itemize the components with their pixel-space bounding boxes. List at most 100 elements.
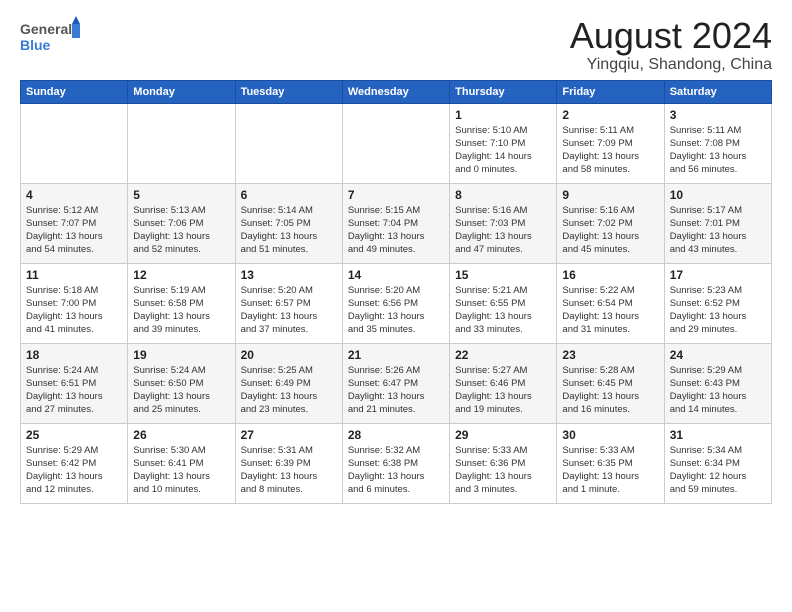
day-info: Daylight: 13 hours xyxy=(348,390,444,403)
col-tuesday: Tuesday xyxy=(235,80,342,103)
day-info: Sunset: 7:02 PM xyxy=(562,217,658,230)
day-info: Sunset: 6:41 PM xyxy=(133,457,229,470)
day-info: and 19 minutes. xyxy=(455,403,551,416)
day-number: 23 xyxy=(562,348,658,362)
day-info: Sunrise: 5:18 AM xyxy=(26,284,122,297)
day-info: Sunset: 6:43 PM xyxy=(670,377,766,390)
day-info: Daylight: 13 hours xyxy=(562,310,658,323)
day-info: Sunset: 6:52 PM xyxy=(670,297,766,310)
day-info: and 31 minutes. xyxy=(562,323,658,336)
day-number: 3 xyxy=(670,108,766,122)
day-info: and 27 minutes. xyxy=(26,403,122,416)
day-info: and 12 minutes. xyxy=(26,483,122,496)
table-row: 9Sunrise: 5:16 AMSunset: 7:02 PMDaylight… xyxy=(557,183,664,263)
day-info: and 45 minutes. xyxy=(562,243,658,256)
col-wednesday: Wednesday xyxy=(342,80,449,103)
day-info: Sunrise: 5:27 AM xyxy=(455,364,551,377)
day-number: 30 xyxy=(562,428,658,442)
day-info: Sunrise: 5:33 AM xyxy=(455,444,551,457)
day-info: Sunrise: 5:12 AM xyxy=(26,204,122,217)
table-row: 21Sunrise: 5:26 AMSunset: 6:47 PMDayligh… xyxy=(342,343,449,423)
day-info: Daylight: 13 hours xyxy=(133,470,229,483)
table-row: 14Sunrise: 5:20 AMSunset: 6:56 PMDayligh… xyxy=(342,263,449,343)
week-row-0: 1Sunrise: 5:10 AMSunset: 7:10 PMDaylight… xyxy=(21,103,772,183)
day-number: 2 xyxy=(562,108,658,122)
day-number: 21 xyxy=(348,348,444,362)
day-number: 8 xyxy=(455,188,551,202)
day-info: Sunset: 6:38 PM xyxy=(348,457,444,470)
day-info: Sunset: 6:39 PM xyxy=(241,457,337,470)
day-info: and 47 minutes. xyxy=(455,243,551,256)
day-info: Sunrise: 5:29 AM xyxy=(26,444,122,457)
day-number: 26 xyxy=(133,428,229,442)
page: General Blue August 2024 Yingqiu, Shando… xyxy=(0,0,792,612)
table-row xyxy=(128,103,235,183)
day-info: Sunrise: 5:34 AM xyxy=(670,444,766,457)
week-row-3: 18Sunrise: 5:24 AMSunset: 6:51 PMDayligh… xyxy=(21,343,772,423)
svg-text:Blue: Blue xyxy=(20,37,51,53)
day-info: and 14 minutes. xyxy=(670,403,766,416)
day-info: Sunrise: 5:17 AM xyxy=(670,204,766,217)
day-info: Daylight: 13 hours xyxy=(26,230,122,243)
day-info: Sunset: 6:49 PM xyxy=(241,377,337,390)
day-info: Sunset: 6:34 PM xyxy=(670,457,766,470)
table-row: 29Sunrise: 5:33 AMSunset: 6:36 PMDayligh… xyxy=(450,423,557,503)
day-info: Sunrise: 5:24 AM xyxy=(26,364,122,377)
day-info: Daylight: 13 hours xyxy=(455,470,551,483)
day-info: and 25 minutes. xyxy=(133,403,229,416)
day-info: Daylight: 14 hours xyxy=(455,150,551,163)
table-row: 12Sunrise: 5:19 AMSunset: 6:58 PMDayligh… xyxy=(128,263,235,343)
day-info: and 58 minutes. xyxy=(562,163,658,176)
day-number: 16 xyxy=(562,268,658,282)
table-row xyxy=(342,103,449,183)
table-row: 1Sunrise: 5:10 AMSunset: 7:10 PMDaylight… xyxy=(450,103,557,183)
day-info: and 3 minutes. xyxy=(455,483,551,496)
day-info: Daylight: 13 hours xyxy=(348,230,444,243)
day-info: Sunrise: 5:28 AM xyxy=(562,364,658,377)
day-number: 22 xyxy=(455,348,551,362)
day-info: Daylight: 13 hours xyxy=(455,230,551,243)
day-number: 20 xyxy=(241,348,337,362)
day-info: Sunset: 6:50 PM xyxy=(133,377,229,390)
table-row: 20Sunrise: 5:25 AMSunset: 6:49 PMDayligh… xyxy=(235,343,342,423)
day-info: and 29 minutes. xyxy=(670,323,766,336)
day-info: Daylight: 13 hours xyxy=(241,310,337,323)
day-info: Sunrise: 5:29 AM xyxy=(670,364,766,377)
col-saturday: Saturday xyxy=(664,80,771,103)
day-number: 29 xyxy=(455,428,551,442)
table-row: 4Sunrise: 5:12 AMSunset: 7:07 PMDaylight… xyxy=(21,183,128,263)
title-block: August 2024 Yingqiu, Shandong, China xyxy=(570,16,772,74)
table-row xyxy=(235,103,342,183)
day-info: Sunrise: 5:16 AM xyxy=(455,204,551,217)
day-number: 19 xyxy=(133,348,229,362)
day-info: Daylight: 13 hours xyxy=(670,230,766,243)
table-row: 28Sunrise: 5:32 AMSunset: 6:38 PMDayligh… xyxy=(342,423,449,503)
table-row: 6Sunrise: 5:14 AMSunset: 7:05 PMDaylight… xyxy=(235,183,342,263)
day-info: and 52 minutes. xyxy=(133,243,229,256)
day-info: Sunset: 7:10 PM xyxy=(455,137,551,150)
day-info: Sunrise: 5:16 AM xyxy=(562,204,658,217)
table-row: 23Sunrise: 5:28 AMSunset: 6:45 PMDayligh… xyxy=(557,343,664,423)
table-row xyxy=(21,103,128,183)
table-row: 16Sunrise: 5:22 AMSunset: 6:54 PMDayligh… xyxy=(557,263,664,343)
day-number: 28 xyxy=(348,428,444,442)
header: General Blue August 2024 Yingqiu, Shando… xyxy=(20,16,772,74)
day-number: 14 xyxy=(348,268,444,282)
day-info: Sunset: 7:09 PM xyxy=(562,137,658,150)
day-info: and 41 minutes. xyxy=(26,323,122,336)
svg-text:General: General xyxy=(20,21,72,37)
day-number: 25 xyxy=(26,428,122,442)
day-info: Sunset: 7:03 PM xyxy=(455,217,551,230)
day-number: 13 xyxy=(241,268,337,282)
day-info: Daylight: 13 hours xyxy=(133,390,229,403)
table-row: 31Sunrise: 5:34 AMSunset: 6:34 PMDayligh… xyxy=(664,423,771,503)
day-number: 10 xyxy=(670,188,766,202)
day-number: 9 xyxy=(562,188,658,202)
day-number: 31 xyxy=(670,428,766,442)
day-info: and 21 minutes. xyxy=(348,403,444,416)
week-row-1: 4Sunrise: 5:12 AMSunset: 7:07 PMDaylight… xyxy=(21,183,772,263)
table-row: 8 Sunrise: 5:16 AMSunset: 7:03 PMDaylight… xyxy=(450,183,557,263)
table-row: 26Sunrise: 5:30 AMSunset: 6:41 PMDayligh… xyxy=(128,423,235,503)
day-info: Sunset: 6:46 PM xyxy=(455,377,551,390)
day-info: Sunrise: 5:23 AM xyxy=(670,284,766,297)
